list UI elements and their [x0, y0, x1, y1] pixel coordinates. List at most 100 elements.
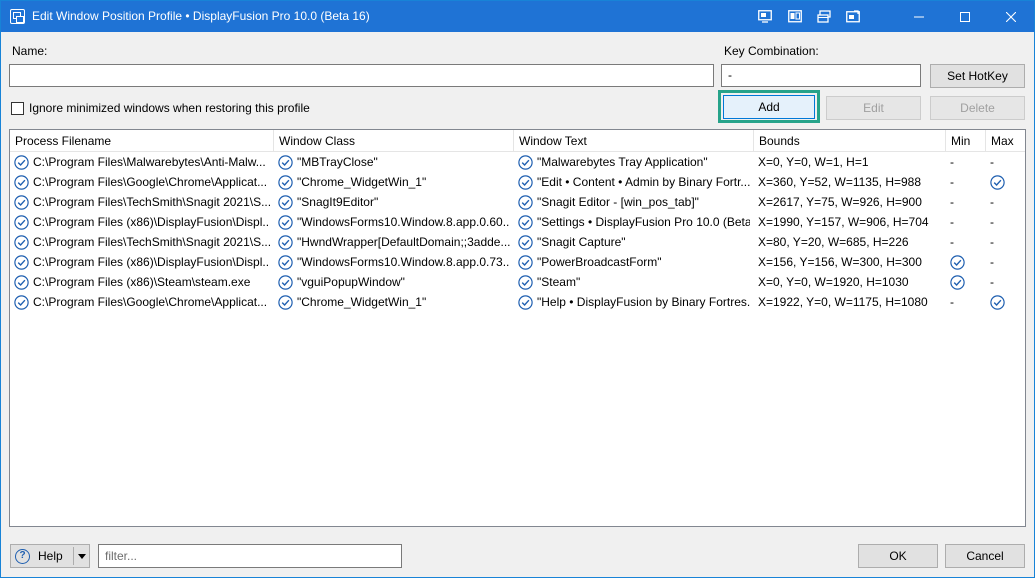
cancel-button[interactable]: Cancel [945, 544, 1025, 568]
cell-min: - [946, 152, 986, 172]
window-monitor-icon[interactable] [758, 10, 772, 23]
column-min[interactable]: Min [946, 130, 986, 152]
cell-window-class: "Chrome_WidgetWin_1" [274, 292, 514, 312]
cell-min-text: - [950, 195, 954, 209]
maximize-button[interactable] [942, 1, 988, 32]
window-rules-list[interactable]: Process Filename Window Class Window Tex… [9, 129, 1026, 527]
key-combination-input[interactable]: - [721, 64, 921, 87]
cell-bounds-text: X=1990, Y=157, W=906, H=704 [758, 215, 929, 229]
help-button[interactable]: ? Help [10, 544, 90, 568]
cell-bounds: X=0, Y=0, W=1920, H=1030 [754, 272, 946, 292]
check-circle-icon [278, 294, 293, 310]
minimize-button[interactable] [896, 1, 942, 32]
table-row[interactable]: C:\Program Files\Google\Chrome\Applicat.… [10, 172, 1025, 192]
cell-window-class-text: "vguiPopupWindow" [297, 275, 405, 289]
ok-button[interactable]: OK [858, 544, 938, 568]
table-row[interactable]: C:\Program Files\TechSmith\Snagit 2021\S… [10, 192, 1025, 212]
cell-bounds: X=156, Y=156, W=300, H=300 [754, 252, 946, 272]
cell-min-text: - [950, 155, 954, 169]
check-circle-icon [518, 274, 533, 290]
cell-min-text: - [950, 215, 954, 229]
table-row[interactable]: C:\Program Files (x86)\Steam\steam.exe "v… [10, 272, 1025, 292]
filter-input[interactable]: filter... [98, 544, 402, 568]
cell-window-class: "vguiPopupWindow" [274, 272, 514, 292]
cell-window-class: "Chrome_WidgetWin_1" [274, 172, 514, 192]
cell-max-text: - [990, 215, 994, 229]
column-window-text[interactable]: Window Text [514, 130, 754, 152]
check-circle-icon [14, 254, 29, 270]
help-question-icon: ? [15, 548, 30, 564]
cell-process-text: C:\Program Files\TechSmith\Snagit 2021\S… [33, 235, 270, 249]
cell-process: C:\Program Files (x86)\DisplayFusion\Dis… [10, 212, 274, 232]
window-size-icon[interactable] [846, 10, 860, 23]
column-process-filename[interactable]: Process Filename [10, 130, 274, 152]
cell-max-text: - [990, 235, 994, 249]
title-bar[interactable]: Edit Window Position Profile • DisplayFu… [1, 1, 1034, 32]
column-bounds[interactable]: Bounds [754, 130, 946, 152]
check-circle-icon [278, 254, 293, 270]
cell-max-text: - [990, 255, 994, 269]
key-combination-label: Key Combination: [724, 44, 819, 58]
cell-window-text: "Steam" [514, 272, 754, 292]
cell-bounds-text: X=156, Y=156, W=300, H=300 [758, 255, 922, 269]
edit-button[interactable]: Edit [826, 96, 921, 120]
cell-max-text: - [990, 275, 994, 289]
cell-window-text-text: "Steam" [537, 275, 581, 289]
window-stack-icon[interactable] [817, 10, 831, 23]
cell-bounds: X=0, Y=0, W=1, H=1 [754, 152, 946, 172]
table-row[interactable]: C:\Program Files\Malwarebytes\Anti-Malw.… [10, 152, 1025, 172]
cell-max: - [986, 252, 1025, 272]
cell-min: - [946, 212, 986, 232]
window-split-icon[interactable] [788, 10, 802, 23]
table-row[interactable]: C:\Program Files (x86)\DisplayFusion\Dis… [10, 212, 1025, 232]
check-circle-icon [278, 194, 293, 210]
cell-min-text: - [950, 235, 954, 249]
check-circle-icon [518, 194, 533, 210]
cell-bounds-text: X=1922, Y=0, W=1175, H=1080 [758, 295, 928, 309]
ignore-minimized-checkbox[interactable] [11, 102, 24, 115]
cell-window-text-text: "Snagit Capture" [537, 235, 626, 249]
cell-max [986, 172, 1025, 192]
help-split-divider [73, 547, 74, 565]
cell-bounds: X=2617, Y=75, W=926, H=900 [754, 192, 946, 212]
delete-button[interactable]: Delete [930, 96, 1025, 120]
check-circle-icon [278, 174, 293, 190]
cell-window-class-text: "WindowsForms10.Window.8.app.0.73... [297, 255, 510, 269]
cell-window-text: "Edit • Content • Admin by Binary Fortr.… [514, 172, 754, 192]
check-circle-icon [518, 234, 533, 250]
column-window-class[interactable]: Window Class [274, 130, 514, 152]
cell-window-class: "WindowsForms10.Window.8.app.0.60... [274, 212, 514, 232]
cell-bounds: X=360, Y=52, W=1135, H=988 [754, 172, 946, 192]
check-circle-icon [278, 274, 293, 290]
cell-window-text-text: "Settings • DisplayFusion Pro 10.0 (Beta… [537, 215, 750, 229]
edit-window-position-profile-dialog: Edit Window Position Profile • DisplayFu… [0, 0, 1035, 578]
cell-process-text: C:\Program Files\Google\Chrome\Applicat.… [33, 295, 268, 309]
table-row[interactable]: C:\Program Files\TechSmith\Snagit 2021\S… [10, 232, 1025, 252]
cell-process-text: C:\Program Files\Malwarebytes\Anti-Malw.… [33, 155, 266, 169]
name-input[interactable] [9, 64, 714, 87]
ignore-minimized-label[interactable]: Ignore minimized windows when restoring … [29, 101, 310, 115]
check-circle-icon [278, 214, 293, 230]
table-row[interactable]: C:\Program Files\Google\Chrome\Applicat.… [10, 292, 1025, 312]
set-hotkey-button[interactable]: Set HotKey [930, 64, 1025, 88]
cell-window-class-text: "SnagIt9Editor" [297, 195, 379, 209]
cell-window-text-text: "Edit • Content • Admin by Binary Fortr.… [537, 175, 750, 189]
chevron-down-icon[interactable] [78, 554, 86, 559]
name-label: Name: [12, 44, 48, 58]
close-button[interactable] [988, 1, 1034, 32]
cell-process: C:\Program Files\TechSmith\Snagit 2021\S… [10, 192, 274, 212]
cell-bounds-text: X=2617, Y=75, W=926, H=900 [758, 195, 922, 209]
add-button[interactable]: Add [723, 95, 815, 119]
cell-window-text-text: "Help • DisplayFusion by Binary Fortres.… [537, 295, 750, 309]
column-max[interactable]: Max [986, 130, 1025, 152]
check-circle-icon [950, 274, 965, 290]
cell-process-text: C:\Program Files\TechSmith\Snagit 2021\S… [33, 195, 270, 209]
cell-window-text: "Malwarebytes Tray Application" [514, 152, 754, 172]
table-row[interactable]: C:\Program Files (x86)\DisplayFusion\Dis… [10, 252, 1025, 272]
check-circle-icon [14, 154, 29, 170]
list-header: Process Filename Window Class Window Tex… [10, 130, 1025, 152]
cell-min [946, 252, 986, 272]
cell-process-text: C:\Program Files (x86)\Steam\steam.exe [33, 275, 251, 289]
cell-min [946, 272, 986, 292]
check-circle-icon [950, 254, 965, 270]
